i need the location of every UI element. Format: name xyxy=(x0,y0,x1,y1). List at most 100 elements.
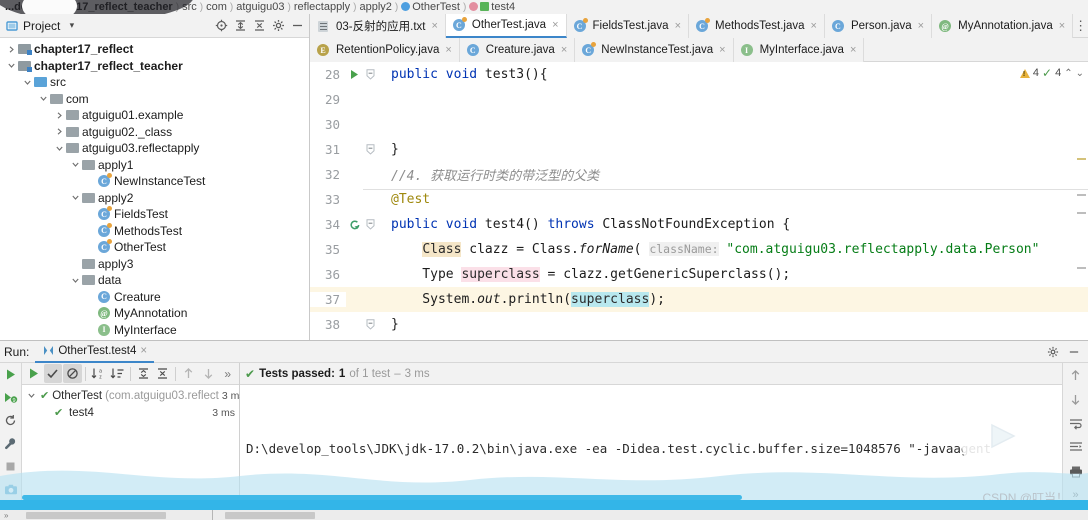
close-icon[interactable]: × xyxy=(719,44,725,56)
tree-node[interactable]: C FieldsTest xyxy=(0,206,309,223)
tree-node[interactable]: apply2 xyxy=(0,190,309,207)
hide-ignored-icon[interactable] xyxy=(63,364,82,383)
chevron-down-icon[interactable] xyxy=(70,159,81,170)
close-icon[interactable]: × xyxy=(140,345,147,357)
rerun-tests-icon[interactable] xyxy=(24,364,43,383)
editor-tab[interactable]: @ MyAnnotation.java × xyxy=(932,14,1074,38)
tree-node[interactable]: atguigu01.example xyxy=(0,107,309,124)
fold-collapse-icon[interactable] xyxy=(363,69,377,80)
editor-tab[interactable]: 03-反射的应用.txt × xyxy=(310,14,446,38)
tree-node[interactable]: chapter17_reflect_teacher xyxy=(0,58,309,75)
gear-icon[interactable] xyxy=(271,18,286,33)
code-line[interactable]: 36 Type superclass = clazz.getGenericSup… xyxy=(310,262,1088,287)
scroll-down-icon[interactable] xyxy=(1068,391,1084,407)
code-line[interactable]: 32 //4. 获取运行时类的带泛型的父类 xyxy=(310,162,1088,187)
test-results-tree[interactable]: ✔ OtherTest (com.atguigu03.reflect 3 ms ✔ te… xyxy=(22,385,245,421)
code-line[interactable]: 28 public void test3(){ xyxy=(310,62,1088,87)
editor-tab[interactable]: C Creature.java × xyxy=(459,38,576,62)
close-icon[interactable]: × xyxy=(1059,20,1065,32)
editor-marker-bar[interactable] xyxy=(1076,62,1086,340)
test-tree-row[interactable]: ✔ OtherTest (com.atguigu03.reflect 3 ms xyxy=(22,387,245,404)
breadcrumb-item[interactable]: ...de xyxy=(2,1,30,13)
code-line[interactable]: 30 xyxy=(310,112,1088,137)
close-icon[interactable]: × xyxy=(552,19,558,31)
hide-panel-icon[interactable] xyxy=(1066,344,1081,359)
scroll-to-end-icon[interactable] xyxy=(1068,439,1084,455)
code-line[interactable]: 29 xyxy=(310,87,1088,112)
close-icon[interactable]: × xyxy=(445,44,451,56)
more-options-icon[interactable]: » xyxy=(218,364,237,383)
stop-icon[interactable] xyxy=(3,458,19,474)
expand-status-icon[interactable]: » xyxy=(0,511,8,520)
editor-tab[interactable]: E RetentionPolicy.java × xyxy=(310,38,460,62)
tree-node[interactable]: apply1 xyxy=(0,157,309,174)
prev-problem-icon[interactable]: ⌃ xyxy=(1064,68,1072,79)
code-line[interactable]: 37 System.out.println(superclass); xyxy=(310,287,1088,312)
editor-tab[interactable]: C FieldsTest.java × xyxy=(566,14,689,38)
prev-test-icon[interactable] xyxy=(179,364,198,383)
editor-tab[interactable]: C MethodsTest.java × xyxy=(689,14,825,38)
code-line[interactable]: 38} xyxy=(310,312,1088,337)
close-icon[interactable]: × xyxy=(675,20,681,32)
tree-node[interactable]: chapter17_reflect xyxy=(0,41,309,58)
run-configuration-tab[interactable]: OtherTest.test4 × xyxy=(35,341,155,363)
chevron-down-icon[interactable] xyxy=(6,60,17,71)
breadcrumb-item[interactable]: com xyxy=(203,1,230,13)
chevron-down-icon[interactable] xyxy=(70,275,81,286)
editor-tab[interactable]: I MyInterface.java × xyxy=(733,38,865,62)
tree-node[interactable]: C MethodsTest xyxy=(0,222,309,240)
code-line[interactable]: 33 @Test xyxy=(310,187,1088,212)
breadcrumb-item[interactable]: OtherTest xyxy=(398,1,463,13)
chevron-down-icon[interactable]: ▾ xyxy=(64,18,79,33)
locate-icon[interactable] xyxy=(214,18,229,33)
inspection-status[interactable]: 4 ✓ 4 ⌃ ⌄ xyxy=(1019,66,1084,80)
code-line[interactable]: 35 Class clazz = Class.forName( classNam… xyxy=(310,237,1088,262)
fold-collapse-icon[interactable] xyxy=(363,319,377,330)
debug-icon[interactable]: 9 xyxy=(3,389,19,405)
tree-node[interactable]: C Creature xyxy=(0,289,309,306)
tree-node[interactable]: C OtherTest xyxy=(0,239,309,256)
breadcrumb-item[interactable]: src xyxy=(179,1,200,13)
close-icon[interactable]: × xyxy=(918,20,924,32)
test-tree-row[interactable]: ✔ test4 3 ms xyxy=(22,404,239,421)
settings-gear-icon[interactable] xyxy=(1045,344,1060,359)
editor-tab[interactable]: C OtherTest.java × xyxy=(445,14,567,38)
code-line[interactable]: 34 public void test4() throws ClassNotFou… xyxy=(310,212,1088,237)
console-side-toolbar[interactable]: » xyxy=(1062,363,1088,520)
chevron-down-icon[interactable] xyxy=(22,77,33,88)
expand-all-icon[interactable] xyxy=(134,364,153,383)
rerun-icon[interactable] xyxy=(3,412,19,428)
run-icon[interactable] xyxy=(3,366,19,382)
code-line[interactable]: 31} xyxy=(310,137,1088,162)
chevron-down-icon[interactable] xyxy=(70,192,81,203)
chevron-right-icon[interactable] xyxy=(6,44,17,55)
rerun-gutter-icon[interactable] xyxy=(346,219,363,231)
tree-node[interactable]: com xyxy=(0,91,309,108)
chevron-down-icon[interactable] xyxy=(26,390,37,401)
code-editor[interactable]: 4 ✓ 4 ⌃ ⌄ 28public void test3(){293031}3… xyxy=(310,62,1088,340)
fold-collapse-icon[interactable] xyxy=(363,219,377,230)
breadcrumb-item[interactable]: atguigu03 xyxy=(233,1,287,13)
chevron-down-icon[interactable] xyxy=(54,143,65,154)
editor-tab[interactable]: C Person.java × xyxy=(824,14,933,38)
close-icon[interactable]: × xyxy=(431,20,437,32)
project-tree[interactable]: chapter17_reflect chapter17_reflect_teach… xyxy=(0,38,309,338)
chevron-down-icon[interactable] xyxy=(38,93,49,104)
next-test-icon[interactable] xyxy=(199,364,218,383)
scroll-up-icon[interactable] xyxy=(1068,367,1084,383)
tree-node[interactable]: atguigu03.reflectapply xyxy=(0,140,309,157)
tree-node[interactable]: C NewInstanceTest xyxy=(0,173,309,190)
fold-collapse-icon[interactable] xyxy=(363,144,377,155)
run-gutter-icon[interactable] xyxy=(346,69,363,80)
tree-node[interactable]: apply3 xyxy=(0,256,309,273)
wrench-icon[interactable] xyxy=(3,435,19,451)
run-side-toolbar[interactable]: 9 xyxy=(0,363,22,520)
breadcrumb-item[interactable]: reflectapply xyxy=(291,1,353,13)
test-toolbar[interactable]: a z » xyxy=(22,363,239,385)
collapse-all-icon[interactable] xyxy=(252,18,267,33)
tree-node[interactable]: src xyxy=(0,74,309,91)
sort-by-duration-icon[interactable] xyxy=(108,364,127,383)
tab-options-icon[interactable]: ⋮ xyxy=(1073,14,1088,38)
close-icon[interactable]: × xyxy=(850,44,856,56)
soft-wrap-icon[interactable] xyxy=(1068,415,1084,431)
